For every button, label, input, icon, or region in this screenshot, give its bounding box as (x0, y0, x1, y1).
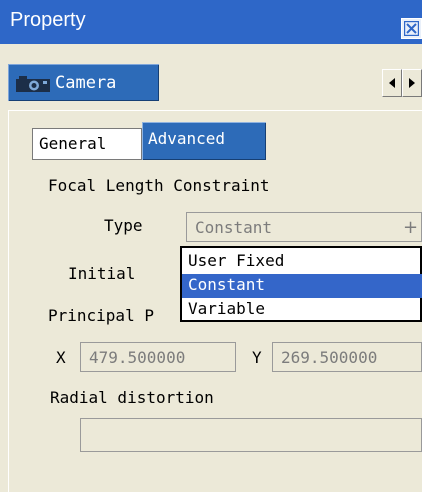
type-label: Type (104, 216, 143, 235)
close-icon (404, 21, 419, 36)
object-tabstrip: Camera (0, 60, 422, 104)
scroll-left-button[interactable] (382, 69, 402, 97)
y-label: Y (252, 348, 262, 367)
tab-general[interactable]: General (32, 128, 142, 160)
scroll-right-button[interactable] (402, 69, 422, 97)
title-bar: Property (0, 0, 422, 44)
principal-y-field[interactable]: 269.500000 (272, 342, 422, 372)
radial-section-label: Radial distortion (50, 388, 214, 407)
arrow-left-icon (389, 78, 395, 88)
principal-section-label: Principal P (48, 306, 154, 325)
type-select[interactable]: Constant + (186, 212, 422, 242)
plus-icon: + (403, 217, 419, 238)
tab-advanced[interactable]: Advanced (142, 122, 266, 160)
principal-x-field[interactable]: 479.500000 (80, 342, 236, 372)
dropdown-option-constant[interactable]: Constant (182, 274, 422, 298)
close-button[interactable] (401, 18, 422, 39)
initial-label: Initial (68, 264, 136, 283)
arrow-right-icon (409, 78, 415, 88)
type-dropdown-list: User Fixed Constant Variable (180, 246, 422, 322)
window-title: Property (10, 9, 86, 31)
principal-x-value: 479.500000 (89, 348, 186, 367)
principal-y-value: 269.500000 (281, 348, 378, 367)
camera-icon (16, 76, 50, 92)
x-label: X (56, 348, 66, 367)
focal-section-label: Focal Length Constraint (48, 176, 270, 195)
dropdown-option-user-fixed[interactable]: User Fixed (182, 250, 422, 274)
type-select-value: Constant (195, 218, 273, 237)
dropdown-option-variable[interactable]: Variable (182, 298, 422, 322)
tab-camera[interactable]: Camera (8, 64, 159, 101)
radial-distortion-field[interactable] (80, 418, 422, 452)
tab-camera-label: Camera (55, 73, 117, 93)
